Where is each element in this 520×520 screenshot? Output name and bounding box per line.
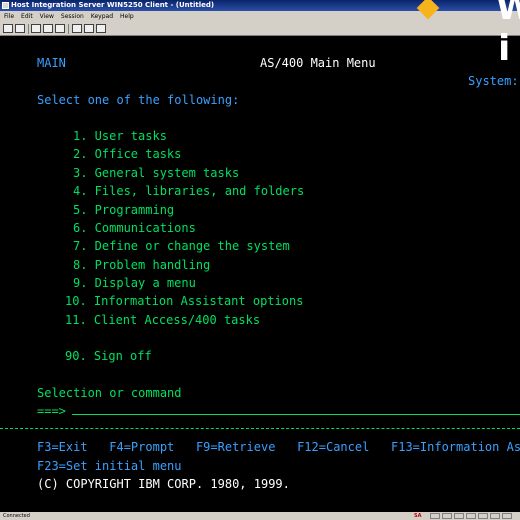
menu-bar: File Edit View Session Keypad Help bbox=[0, 11, 520, 22]
copy-icon[interactable] bbox=[72, 24, 82, 33]
window-title: Host Integration Server WIN5250 Client -… bbox=[11, 1, 215, 9]
menu-session[interactable]: Session bbox=[61, 13, 84, 20]
properties-icon[interactable] bbox=[31, 24, 41, 33]
instruction-text: Select one of the following: bbox=[37, 93, 240, 107]
menu-help[interactable]: Help bbox=[120, 13, 134, 20]
status-cell bbox=[490, 513, 500, 519]
menu-option: 6. Communications bbox=[73, 221, 196, 235]
window-titlebar[interactable]: Host Integration Server WIN5250 Client -… bbox=[0, 0, 520, 11]
status-cell bbox=[454, 513, 464, 519]
connect-icon[interactable] bbox=[3, 24, 13, 33]
overlay-letter: i bbox=[498, 28, 511, 69]
menu-keypad[interactable]: Keypad bbox=[91, 13, 113, 20]
function-keys-line1: F3=Exit F4=Prompt F9=Retrieve F12=Cancel… bbox=[37, 440, 520, 454]
menu-option: 9. Display a menu bbox=[73, 276, 196, 290]
toolbar bbox=[0, 22, 520, 36]
macro-icon[interactable] bbox=[55, 24, 65, 33]
command-input[interactable] bbox=[72, 414, 520, 415]
overlay-letter: W bbox=[496, 0, 520, 28]
menu-option: 1. User tasks bbox=[73, 129, 167, 143]
status-bar: Connected SA bbox=[0, 512, 520, 520]
keyboard-icon[interactable] bbox=[43, 24, 53, 33]
menu-option: 11. Client Access/400 tasks bbox=[65, 313, 261, 327]
terminal-screen[interactable]: MAIN AS/400 Main Menu System: Select one… bbox=[0, 36, 520, 512]
menu-option: 7. Define or change the system bbox=[73, 239, 290, 253]
app-icon bbox=[2, 2, 9, 9]
command-prompt: ===> bbox=[37, 404, 66, 418]
menu-file[interactable]: File bbox=[4, 13, 14, 20]
copyright-notice: (C) COPYRIGHT IBM CORP. 1980, 1999. bbox=[37, 477, 290, 491]
paste-icon[interactable] bbox=[84, 24, 94, 33]
status-cell bbox=[478, 513, 488, 519]
menu-option: 4. Files, libraries, and folders bbox=[73, 184, 305, 198]
toolbar-separator bbox=[28, 24, 29, 34]
function-keys-line2: F23=Set initial menu bbox=[37, 459, 182, 473]
print-icon[interactable] bbox=[96, 24, 106, 33]
screen-title: AS/400 Main Menu bbox=[260, 56, 376, 70]
status-indicator: SA bbox=[414, 513, 422, 519]
menu-view[interactable]: View bbox=[40, 13, 54, 20]
menu-option: 3. General system tasks bbox=[73, 166, 240, 180]
connection-status: Connected bbox=[3, 513, 30, 519]
save-icon[interactable] bbox=[15, 24, 25, 33]
status-cell bbox=[502, 513, 512, 519]
signoff-option: 90. Sign off bbox=[65, 349, 152, 363]
status-cell bbox=[466, 513, 476, 519]
command-label: Selection or command bbox=[37, 386, 182, 400]
menu-option: 8. Problem handling bbox=[73, 258, 211, 272]
menu-option: 5. Programming bbox=[73, 203, 175, 217]
toolbar-separator bbox=[68, 24, 69, 34]
menu-option: 10. Information Assistant options bbox=[65, 294, 304, 308]
menu-option: 2. Office tasks bbox=[73, 147, 182, 161]
function-key-divider bbox=[0, 428, 520, 429]
system-label: System: bbox=[468, 74, 519, 88]
status-cell bbox=[442, 513, 452, 519]
menu-edit[interactable]: Edit bbox=[21, 13, 33, 20]
status-cell bbox=[430, 513, 440, 519]
screen-id: MAIN bbox=[37, 56, 66, 70]
